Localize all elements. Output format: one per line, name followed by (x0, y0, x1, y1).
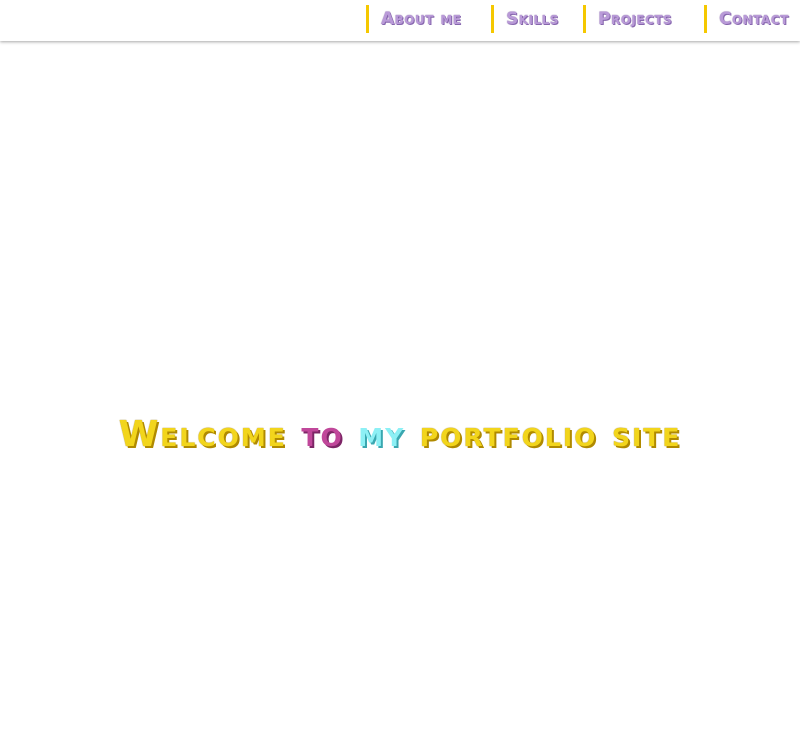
hero-word-site: site (611, 414, 682, 456)
nav-about-me[interactable]: About me (366, 5, 462, 33)
hero-word-my: my (358, 414, 406, 456)
nav-skills[interactable]: Skills (491, 5, 559, 33)
nav-projects[interactable]: Projects (583, 5, 672, 33)
hero-word-portfolio: portfolio (419, 414, 598, 456)
hero-word-to: to (301, 414, 344, 456)
nav-contact[interactable]: Contact (704, 5, 789, 33)
hero-heading: Welcome to my portfolio site (40, 408, 760, 462)
top-navigation-bar: About me Skills Projects Contact (0, 0, 800, 41)
hero-word-welcome: Welcome (118, 414, 287, 456)
